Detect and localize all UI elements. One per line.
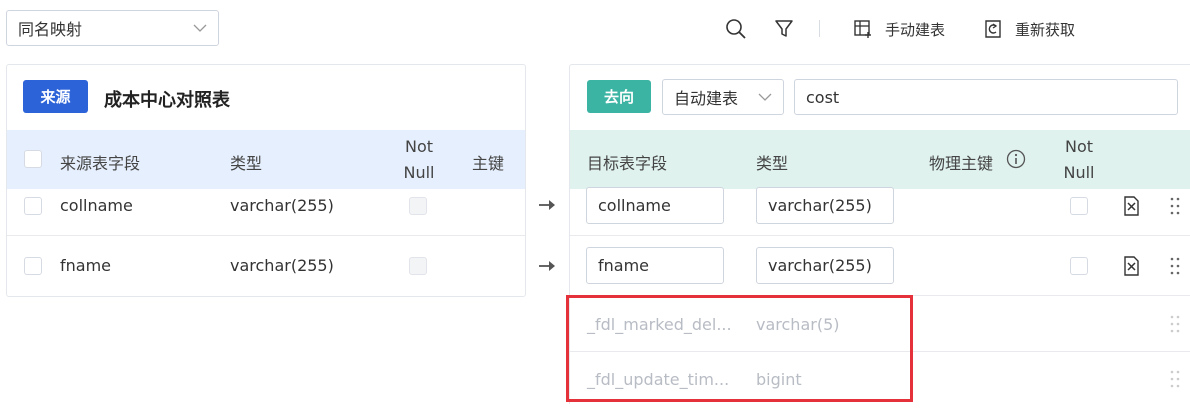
target-field-name: fname	[598, 256, 650, 275]
source-table-title: 成本中心对照表	[104, 90, 230, 111]
info-icon[interactable]	[1006, 149, 1026, 169]
source-col-notnull-1: Not	[404, 137, 434, 156]
chevron-down-icon	[193, 24, 207, 32]
source-row-checkbox[interactable]	[24, 257, 42, 275]
target-type-input[interactable]: varchar(255)	[756, 187, 894, 224]
source-col-type: 类型	[230, 154, 263, 173]
target-field-type: varchar(255)	[768, 196, 872, 215]
target-table-name-input[interactable]: cost	[794, 79, 1178, 115]
target-col-type: 类型	[756, 154, 789, 173]
manual-build-button[interactable]: 手动建表	[853, 17, 945, 41]
source-row-checkbox[interactable]	[24, 197, 42, 215]
drag-handle-icon	[1170, 370, 1180, 388]
source-notnull-checkbox	[409, 197, 427, 215]
target-table-name-value: cost	[806, 87, 840, 107]
search-icon[interactable]	[725, 18, 747, 40]
target-col-field: 目标表字段	[587, 154, 668, 173]
table-build-icon	[854, 20, 871, 38]
source-field-name: fname	[60, 256, 112, 275]
chevron-down-icon	[758, 93, 772, 101]
target-field-name: collname	[598, 196, 671, 215]
source-field-type: varchar(255)	[230, 196, 334, 215]
drag-handle-icon[interactable]	[1169, 256, 1181, 276]
target-notnull-checkbox[interactable]	[1070, 257, 1088, 275]
target-type-input[interactable]: varchar(255)	[756, 247, 894, 284]
source-col-field: 来源表字段	[60, 154, 141, 173]
source-select-all-checkbox[interactable]	[24, 150, 42, 168]
mapping-select-value: 同名映射	[18, 20, 83, 39]
target-field-input[interactable]: fname	[586, 247, 724, 284]
target-tag: 去向	[587, 80, 651, 113]
source-field-type: varchar(255)	[230, 256, 334, 275]
manual-build-label: 手动建表	[885, 20, 946, 39]
highlight-box	[566, 295, 913, 402]
target-field-type: varchar(255)	[768, 256, 872, 275]
delete-field-icon[interactable]	[1122, 196, 1140, 216]
delete-field-icon[interactable]	[1122, 256, 1140, 276]
build-mode-select[interactable]: 自动建表	[662, 79, 784, 115]
refetch-label: 重新获取	[1015, 20, 1076, 39]
refetch-button[interactable]: 重新获取	[983, 17, 1075, 41]
arrow-right-icon	[539, 200, 555, 210]
build-mode-value: 自动建表	[674, 89, 739, 108]
source-tag: 来源	[23, 80, 88, 113]
target-col-physical-pk: 物理主键	[929, 154, 994, 173]
drag-handle-icon[interactable]	[1169, 196, 1181, 216]
target-notnull-checkbox[interactable]	[1070, 197, 1088, 215]
source-col-pk: 主键	[472, 154, 505, 173]
target-col-notnull-2: Null	[1063, 163, 1095, 182]
target-field-input[interactable]: collname	[586, 187, 724, 224]
toolbar-divider	[819, 20, 820, 37]
source-col-notnull-2: Null	[403, 163, 435, 182]
arrow-right-icon	[539, 261, 555, 271]
filter-icon[interactable]	[774, 18, 794, 38]
source-notnull-checkbox	[409, 257, 427, 275]
refresh-icon	[985, 20, 1001, 38]
target-col-notnull-1: Not	[1064, 137, 1094, 156]
drag-handle-icon	[1170, 315, 1180, 333]
mapping-select[interactable]: 同名映射	[6, 10, 219, 46]
source-field-name: collname	[60, 196, 133, 215]
